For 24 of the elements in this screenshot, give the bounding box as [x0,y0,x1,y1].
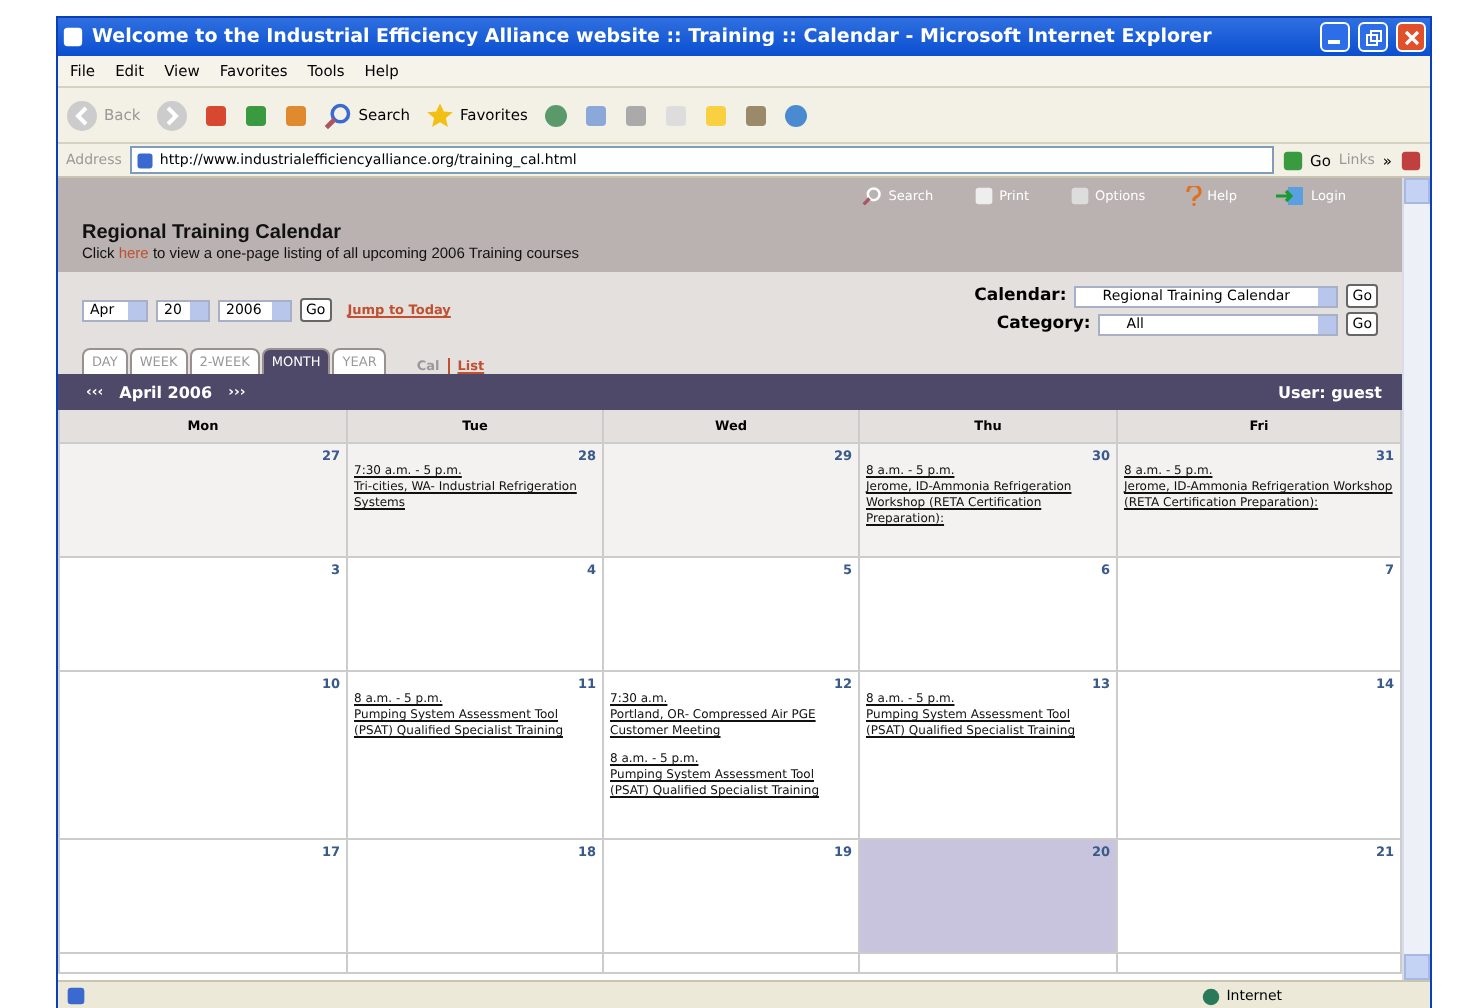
star-icon [426,101,454,129]
close-icon [1403,29,1419,45]
scroll-up-button[interactable] [1404,178,1430,204]
day-cell[interactable] [1118,954,1402,974]
day-cell[interactable] [348,954,604,974]
magnifier-icon [862,186,883,206]
scroll-down-button[interactable] [1404,954,1430,980]
user-label: User: guest [1277,383,1382,401]
filter-label: Category: [996,314,1091,334]
magnifier-icon [324,101,353,129]
page-title: Regional Training Calendar [82,222,343,244]
forward-button[interactable] [156,99,189,131]
day-cell[interactable] [860,954,1118,974]
restore-button[interactable] [1358,22,1388,52]
question-mark-icon [1185,186,1202,206]
restore-icon [1365,29,1381,45]
login-icon [1276,186,1305,206]
filter-label: Calendar: [974,286,1067,306]
day-cell[interactable] [60,954,348,974]
month-title: April 2006 [119,383,213,401]
window-title: Welcome to the Industrial Efficiency Alliance website :: Training :: Calendar - Microsoft Internet Explorer [92,26,1214,48]
close-button[interactable] [1396,22,1426,52]
day-cell[interactable] [604,954,860,974]
minimize-button[interactable] [1320,22,1350,52]
